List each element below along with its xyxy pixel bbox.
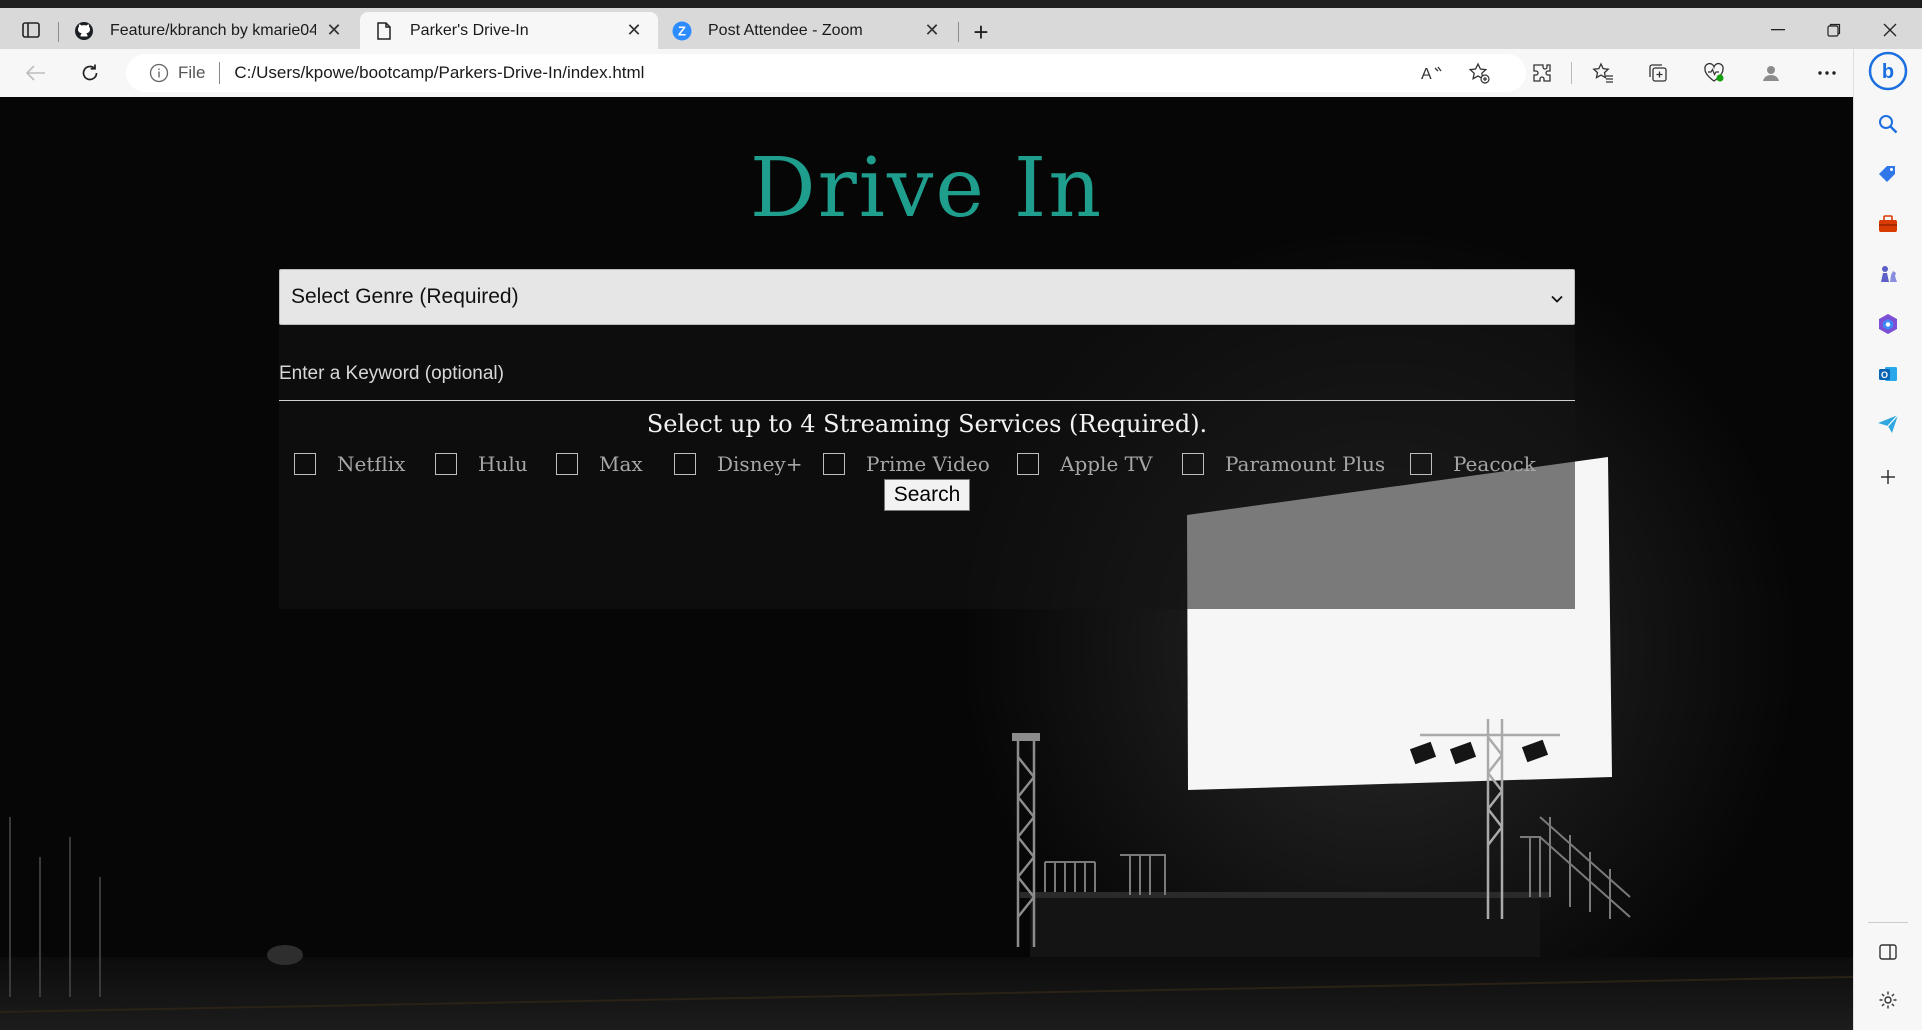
tab-title: Post Attendee - Zoom xyxy=(708,21,863,39)
close-icon[interactable]: ✕ xyxy=(922,20,942,41)
url-divider xyxy=(219,62,221,84)
tab-divider xyxy=(58,22,59,42)
github-icon xyxy=(74,21,94,41)
shopping-tag-icon[interactable] xyxy=(1873,159,1903,189)
service-label: Hulu xyxy=(478,452,528,476)
service-option-apple-tv[interactable]: Apple TV xyxy=(1017,447,1152,481)
collections-icon[interactable] xyxy=(1641,57,1675,89)
search-button[interactable]: Search xyxy=(884,479,970,511)
tab-strip: Feature/kbranch by kmarie0420 · ✕ Parker… xyxy=(0,0,1922,49)
add-sidebar-app-icon[interactable] xyxy=(1873,462,1903,492)
outlook-icon[interactable]: O xyxy=(1873,359,1903,389)
checkbox[interactable] xyxy=(294,453,316,475)
services-checkbox-group: Netflix Hulu Max Disney+ Prime Video App… xyxy=(279,447,1575,481)
svg-text:A: A xyxy=(1421,66,1432,82)
hide-sidebar-icon[interactable] xyxy=(1873,937,1903,967)
keyword-placeholder: Enter a Keyword (optional) xyxy=(279,362,504,384)
profile-avatar-icon[interactable] xyxy=(1754,57,1788,89)
service-option-paramount-plus[interactable]: Paramount Plus xyxy=(1182,447,1385,481)
checkbox[interactable] xyxy=(1182,453,1204,475)
checkbox[interactable] xyxy=(674,453,696,475)
tab-title: Feature/kbranch by kmarie0420 · xyxy=(110,21,316,39)
edge-sidebar: b O xyxy=(1853,49,1922,1030)
checkbox[interactable] xyxy=(1017,453,1039,475)
browser-essentials-icon[interactable] xyxy=(1697,57,1731,89)
refresh-icon[interactable] xyxy=(73,57,107,89)
games-chess-icon[interactable] xyxy=(1873,259,1903,289)
service-option-peacock[interactable]: Peacock xyxy=(1410,447,1536,481)
extensions-icon[interactable] xyxy=(1525,57,1559,89)
tab-zoom[interactable]: Z Post Attendee - Zoom ✕ xyxy=(658,12,956,49)
tab-title: Parker's Drive-In xyxy=(410,21,529,39)
favorites-icon[interactable] xyxy=(1586,57,1620,89)
tab-actions-icon[interactable] xyxy=(14,16,48,44)
copilot-icon[interactable]: b xyxy=(1868,49,1908,93)
more-menu-icon[interactable] xyxy=(1810,57,1844,89)
tab-parkers-drive-in[interactable]: Parker's Drive-In ✕ xyxy=(360,12,658,49)
service-label: Prime Video xyxy=(866,452,990,476)
checkbox[interactable] xyxy=(435,453,457,475)
address-bar[interactable]: File C:/Users/kpowe/bootcamp/Parkers-Dri… xyxy=(126,54,1526,92)
service-option-hulu[interactable]: Hulu xyxy=(435,447,528,481)
page-viewport: Drive In Select Genre (Required) Enter a… xyxy=(0,97,1853,1030)
minimize-icon[interactable] xyxy=(1755,16,1801,44)
search-icon[interactable] xyxy=(1873,109,1903,139)
svg-text:O: O xyxy=(1881,370,1888,380)
close-icon[interactable]: ✕ xyxy=(324,20,344,41)
url-scheme-label: File xyxy=(178,63,206,82)
service-option-prime-video[interactable]: Prime Video xyxy=(823,447,990,481)
svg-text:Z: Z xyxy=(678,23,686,38)
service-option-max[interactable]: Max xyxy=(556,447,643,481)
toolbar-divider xyxy=(1571,62,1572,84)
chevron-down-icon xyxy=(1550,288,1564,303)
service-label: Apple TV xyxy=(1060,452,1153,476)
address-toolbar: File C:/Users/kpowe/bootcamp/Parkers-Dri… xyxy=(0,49,1922,97)
service-option-netflix[interactable]: Netflix xyxy=(294,447,405,481)
genre-select-value: Select Genre (Required) xyxy=(291,285,519,308)
send-message-icon[interactable] xyxy=(1873,409,1903,439)
zoom-icon: Z xyxy=(672,21,692,41)
tools-briefcase-icon[interactable] xyxy=(1873,209,1903,239)
service-label: Netflix xyxy=(337,452,406,476)
add-favorite-icon[interactable] xyxy=(1462,57,1496,89)
service-label: Peacock xyxy=(1453,452,1536,476)
microsoft-365-icon[interactable] xyxy=(1873,309,1903,339)
page-title: Drive In xyxy=(749,141,1104,236)
url-text[interactable]: C:/Users/kpowe/bootcamp/Parkers-Drive-In… xyxy=(234,63,644,83)
service-label: Max xyxy=(599,452,643,476)
genre-select[interactable]: Select Genre (Required) xyxy=(279,269,1575,325)
service-label: Paramount Plus xyxy=(1225,452,1386,476)
service-label: Disney+ xyxy=(717,452,803,476)
checkbox[interactable] xyxy=(1410,453,1432,475)
sidebar-divider xyxy=(1868,922,1908,923)
new-tab-plus-icon[interactable]: + xyxy=(966,17,996,47)
service-option-disney-plus[interactable]: Disney+ xyxy=(674,447,802,481)
tab-divider xyxy=(958,22,959,42)
read-aloud-icon[interactable]: A xyxy=(1415,57,1449,89)
svg-text:b: b xyxy=(1882,61,1894,83)
settings-gear-icon[interactable] xyxy=(1873,985,1903,1015)
close-window-icon[interactable] xyxy=(1867,16,1913,44)
restore-icon[interactable] xyxy=(1811,16,1857,44)
checkbox[interactable] xyxy=(823,453,845,475)
checkbox[interactable] xyxy=(556,453,578,475)
services-heading: Select up to 4 Streaming Services (Requi… xyxy=(646,410,1208,438)
back-arrow-icon[interactable] xyxy=(19,57,53,89)
info-icon[interactable] xyxy=(148,62,170,84)
close-icon[interactable]: ✕ xyxy=(624,20,644,41)
tab-github[interactable]: Feature/kbranch by kmarie0420 · ✕ xyxy=(60,12,358,49)
page-icon xyxy=(374,21,394,41)
keyword-input[interactable]: Enter a Keyword (optional) xyxy=(279,347,1575,401)
